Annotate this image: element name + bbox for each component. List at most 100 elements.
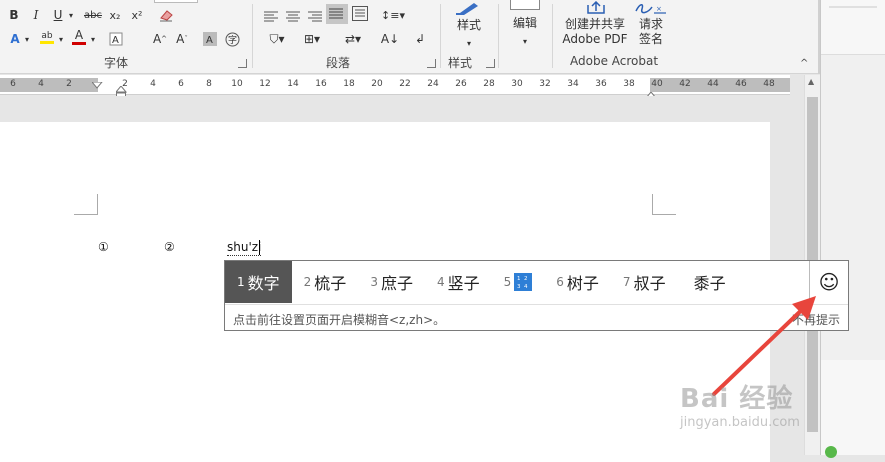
superscript-button[interactable]: x²	[128, 6, 146, 24]
ruler-tick-label: 20	[371, 79, 383, 89]
styles-dialog-launcher-icon[interactable]	[486, 59, 495, 68]
borders-icon[interactable]: ⊞▾	[298, 30, 326, 48]
ruler-tick-label: 30	[511, 79, 523, 89]
candidate-number: 3	[370, 275, 378, 289]
candidate-7[interactable]: 7 叔子	[611, 261, 678, 303]
ruler-tick-label: 4	[38, 79, 44, 89]
create-share-line1: 创建并共享	[564, 17, 625, 31]
horizontal-ruler[interactable]: 6 4 2 2 4 6 8 10 12 14 16 18 20 22 24 26 28 30 32 34 36 38 40 4…	[0, 75, 790, 100]
align-center-icon[interactable]	[286, 8, 302, 27]
font-group-label: 字体	[104, 56, 129, 70]
subscript-button[interactable]: x₂	[106, 6, 124, 24]
paragraph-group-label: 段落	[326, 56, 351, 70]
ruler-tick-label: 22	[399, 79, 411, 89]
create-share-pdf-button[interactable]: 创建并共享 Adobe PDF	[558, 17, 632, 47]
clear-formatting-icon[interactable]	[156, 6, 176, 24]
underline-button[interactable]: U	[50, 6, 66, 24]
strikethrough-button[interactable]: abc	[82, 6, 104, 24]
svg-text:3: 3	[517, 284, 521, 290]
candidate-4[interactable]: 4 竖子	[425, 261, 492, 303]
highlight-dropdown-icon[interactable]: ▾	[56, 30, 66, 48]
candidate-2[interactable]: 2 梳子	[292, 261, 359, 303]
ruler-tick-label: 24	[427, 79, 439, 89]
fuzzy-pinyin-hint[interactable]: 点击前往设置页面开启模糊音<z,zh>。	[233, 313, 445, 327]
ruler-tick-label: 48	[763, 79, 775, 89]
ruler-tick-label: 32	[539, 79, 551, 89]
candidate-6[interactable]: 6 树子	[544, 261, 611, 303]
svg-text:2: 2	[524, 276, 528, 282]
edit-icon[interactable]	[510, 0, 540, 10]
styles-dropdown-icon[interactable]: ▾	[463, 34, 475, 52]
request-signature-button[interactable]: 请求 签名	[634, 17, 668, 47]
font-color-icon[interactable]: A	[70, 28, 88, 46]
create-share-line2: Adobe PDF	[562, 32, 628, 46]
candidate-number: 2	[303, 275, 312, 289]
justify-button[interactable]	[326, 4, 348, 24]
text-direction-icon[interactable]: ⇄▾	[338, 30, 368, 48]
highlight-color-icon[interactable]: ab	[38, 28, 56, 46]
first-line-indent-marker[interactable]	[90, 75, 104, 94]
ruler-tick-label: 10	[231, 79, 243, 89]
grow-font-button[interactable]: A ^	[152, 30, 168, 48]
ruler-tick-label: 12	[259, 79, 271, 89]
paragraph-shading-icon[interactable]: ⛉▾	[262, 30, 292, 48]
bold-button[interactable]: B	[6, 6, 22, 24]
sort-icon[interactable]: A↓	[380, 30, 400, 48]
candidate-1[interactable]: 1 数字	[225, 261, 292, 303]
font-color-dropdown-icon[interactable]: ▾	[88, 30, 98, 48]
align-left-icon[interactable]	[264, 8, 280, 27]
watermark-url: jingyan.baidu.com	[680, 415, 800, 430]
ribbon: B I U ▾ abc x₂ x² A ▾ ab ▾ A ▾ A A ^ Aˇ A…	[0, 0, 820, 74]
svg-text:1: 1	[517, 276, 521, 282]
number-grid-icon: 1234	[514, 273, 533, 291]
font-dialog-launcher-icon[interactable]	[238, 59, 247, 68]
candidate-3[interactable]: 3 庶子	[358, 261, 425, 303]
pane-divider	[829, 6, 877, 8]
styles-icon[interactable]	[456, 0, 482, 19]
edit-button[interactable]: 编辑	[506, 16, 544, 31]
candidate-text: 叔子	[633, 274, 666, 293]
svg-text:A: A	[206, 35, 213, 46]
align-right-icon[interactable]	[308, 8, 324, 27]
circled-number-two: ②	[164, 240, 175, 254]
styles-button[interactable]: 样式	[452, 18, 486, 33]
collapse-ribbon-icon[interactable]: ^	[800, 58, 808, 69]
underline-dropdown-icon[interactable]: ▾	[66, 6, 76, 24]
ruler-tick-label: 26	[455, 79, 467, 89]
ruler-tick-label: 44	[707, 79, 719, 89]
candidate-5[interactable]: 5 1234	[492, 261, 545, 303]
font-size-box[interactable]	[154, 0, 198, 3]
margin-corner-mark	[74, 194, 98, 215]
paragraph-dialog-launcher-icon[interactable]	[427, 59, 436, 68]
watermark-brand: Bai 经验	[680, 384, 794, 414]
svg-text:4: 4	[524, 284, 528, 290]
ruler-tick-label: 8	[206, 79, 212, 89]
ruler-tick-label: 34	[567, 79, 579, 89]
edit-dropdown-icon[interactable]: ▾	[519, 32, 531, 50]
show-marks-icon[interactable]: ↲	[412, 30, 428, 48]
ruler-tick-label: 16	[315, 79, 327, 89]
ruler-tick-label: 6	[10, 79, 16, 89]
italic-button[interactable]: I	[28, 6, 44, 24]
svg-text:A: A	[112, 35, 119, 46]
candidate-text: 树子	[566, 274, 599, 293]
shrink-font-button[interactable]: Aˇ	[174, 30, 190, 48]
candidate-text: 数字	[247, 274, 280, 293]
composition-text: shu'zi	[227, 240, 262, 256]
baidu-watermark: Bai 经验 jingyan.baidu.com	[680, 378, 840, 438]
enclose-char-icon[interactable]: 字	[224, 30, 240, 48]
candidate-number: 1	[237, 275, 245, 289]
ruler-tick-label: 18	[343, 79, 355, 89]
scroll-up-icon[interactable]: ▲	[808, 77, 814, 86]
text-effects-dropdown-icon[interactable]: ▾	[22, 30, 32, 48]
group-separator	[440, 4, 441, 68]
distributed-align-icon[interactable]	[352, 6, 368, 25]
ruler-tick-label: 28	[483, 79, 495, 89]
ruler-tick-label: 46	[735, 79, 747, 89]
margin-corner-mark	[652, 194, 676, 215]
shading-icon[interactable]: A	[108, 30, 124, 48]
line-spacing-icon[interactable]: ↕≡▾	[380, 6, 406, 24]
ruler-tick-label: 38	[623, 79, 635, 89]
char-shading-icon[interactable]: A	[202, 30, 218, 48]
svg-text:×: ×	[656, 5, 662, 13]
